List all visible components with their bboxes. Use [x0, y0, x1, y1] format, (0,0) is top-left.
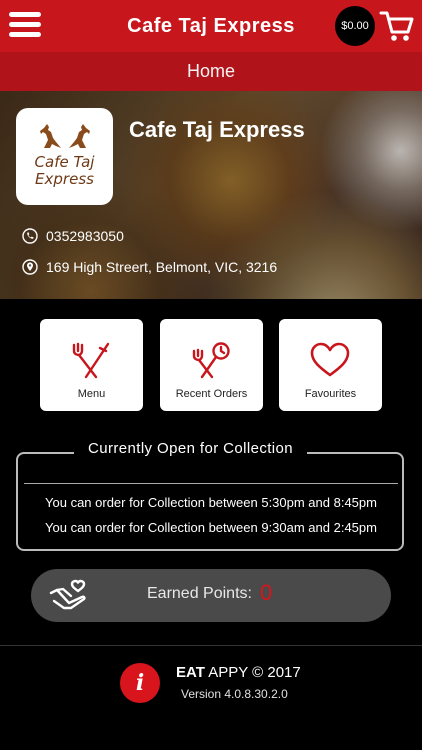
cart-total-badge[interactable]: $0.00 — [335, 6, 375, 46]
logo-text: Cafe Taj Express — [34, 153, 95, 188]
favourites-tile-label: Favourites — [304, 388, 357, 400]
heart-icon — [310, 342, 350, 377]
earned-points-label: Earned Points: — [147, 585, 252, 602]
opening-hours-divider — [24, 483, 398, 484]
shopping-cart-icon[interactable] — [379, 8, 415, 44]
recent-orders-tile-button[interactable]: Recent Orders — [160, 319, 263, 411]
restaurant-logo: Cafe Taj Express — [16, 108, 113, 205]
brand-rest: APPY © 2017 — [208, 664, 301, 681]
open-status-title: Currently Open for Collection — [74, 440, 308, 457]
earned-points-bar[interactable]: Earned Points: 0 — [31, 569, 391, 622]
app-version: Version 4.0.8.30.2.0 — [181, 687, 288, 701]
favourites-tile-button[interactable]: Favourites — [279, 319, 382, 411]
app-brand-copyright: EAT APPY © 2017 — [176, 664, 301, 681]
menu-tile-label: Menu — [77, 388, 106, 400]
restaurant-name: Cafe Taj Express — [129, 117, 305, 142]
phone-icon — [22, 228, 38, 244]
top-bar: Cafe Taj Express $0.00 — [0, 0, 422, 52]
collection-hours-line: You can order for Collection between 9:3… — [45, 520, 377, 535]
footer-divider — [0, 645, 422, 646]
kangaroo-logo-icon — [40, 124, 90, 148]
phone-number[interactable]: 0352983050 — [46, 228, 124, 244]
brand-eat: EAT — [176, 664, 205, 681]
fork-knife-clock-icon — [192, 342, 230, 379]
page-title: Home — [0, 52, 422, 91]
fork-knife-icon — [72, 342, 110, 379]
earned-points-value: 0 — [260, 580, 273, 605]
address-text[interactable]: 169 High Streert, Belmont, VIC, 3216 — [46, 259, 277, 275]
recent-orders-tile-label: Recent Orders — [175, 388, 248, 400]
restaurant-hero: Cafe Taj Express Cafe Taj Express 035298… — [0, 91, 422, 299]
info-icon[interactable]: i — [120, 663, 160, 703]
collection-hours-line: You can order for Collection between 5:3… — [45, 495, 377, 510]
menu-tile-button[interactable]: Menu — [40, 319, 143, 411]
hand-heart-icon — [49, 579, 86, 610]
location-pin-icon — [22, 259, 38, 275]
